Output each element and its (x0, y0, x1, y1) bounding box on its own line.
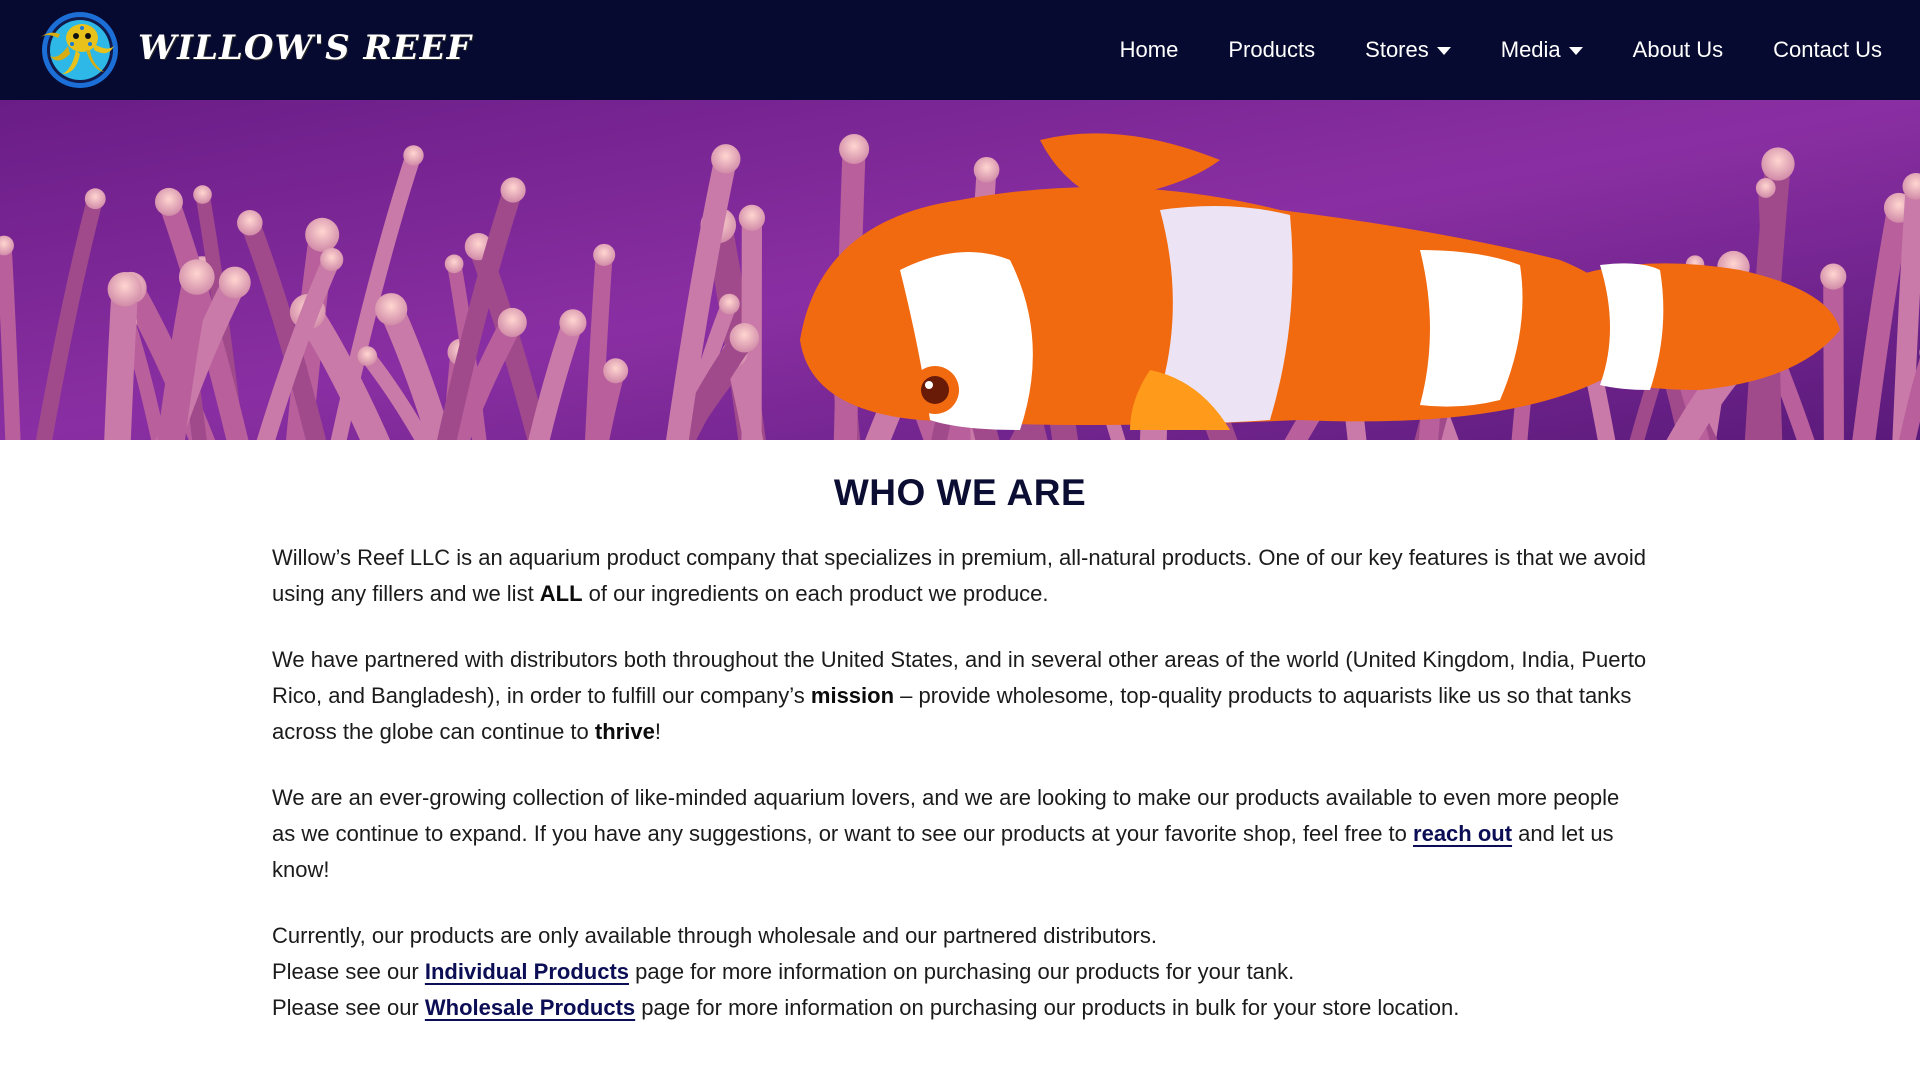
who-we-are-section: WHO WE ARE Willow’s Reef LLC is an aquar… (272, 440, 1648, 1026)
intro-emphasis-all: ALL (539, 581, 583, 606)
individual-products-link[interactable]: Individual Products (425, 959, 629, 984)
nav-products[interactable]: Products (1228, 37, 1315, 63)
nav-stores-label: Stores (1365, 37, 1429, 62)
nav-stores-dropdown[interactable]: Stores (1365, 37, 1451, 63)
brand-name: WILLOW'S REEF (138, 28, 472, 68)
availability-line-1: Currently, our products are only availab… (272, 923, 1157, 948)
distributors-paragraph: We have partnered with distributors both… (272, 642, 1648, 750)
distributors-text-e: ! (654, 719, 661, 744)
octopus-logo-icon (40, 12, 118, 88)
nav-about-us[interactable]: About Us (1633, 37, 1724, 63)
nav-home[interactable]: Home (1120, 37, 1179, 63)
availability-line-2-a: Please see our (272, 959, 425, 984)
nav-products-label: Products (1228, 37, 1316, 62)
top-navbar: WILLOW'S REEF Home Products Stores Media… (0, 0, 1920, 100)
nav-media-label: Media (1500, 37, 1561, 62)
availability-line-3-a: Please see our (272, 995, 425, 1020)
availability-paragraph: Currently, our products are only availab… (272, 918, 1648, 1026)
page-heading: WHO WE ARE (833, 472, 1087, 513)
nav-contact-us[interactable]: Contact Us (1773, 37, 1882, 63)
availability-line-2-b: page for more information on purchasing … (629, 959, 1295, 984)
intro-text-c: of our ingredients on each product we pr… (582, 581, 1049, 606)
caret-down-icon (1568, 47, 1583, 55)
community-paragraph: We are an ever-growing collection of lik… (272, 780, 1648, 888)
main-nav: Home Products Stores Media About Us Cont… (1120, 0, 1882, 100)
nav-home-label: Home (1119, 37, 1179, 62)
hero-banner-image (0, 100, 1920, 440)
thrive-emphasis: thrive (594, 719, 655, 744)
clownfish-anemone-image (0, 100, 1920, 440)
brand-logo-link[interactable]: WILLOW'S REEF (28, 8, 472, 92)
mission-emphasis: mission (810, 683, 895, 708)
availability-line-3-b: page for more information on purchasing … (635, 995, 1460, 1020)
wholesale-products-link[interactable]: Wholesale Products (425, 995, 635, 1020)
nav-about-us-label: About Us (1632, 37, 1724, 62)
caret-down-icon (1436, 47, 1451, 55)
intro-paragraph: Willow’s Reef LLC is an aquarium product… (272, 540, 1648, 612)
nav-contact-us-label: Contact Us (1773, 37, 1882, 62)
reach-out-link[interactable]: reach out (1413, 821, 1512, 846)
nav-media-dropdown[interactable]: Media (1501, 37, 1583, 63)
